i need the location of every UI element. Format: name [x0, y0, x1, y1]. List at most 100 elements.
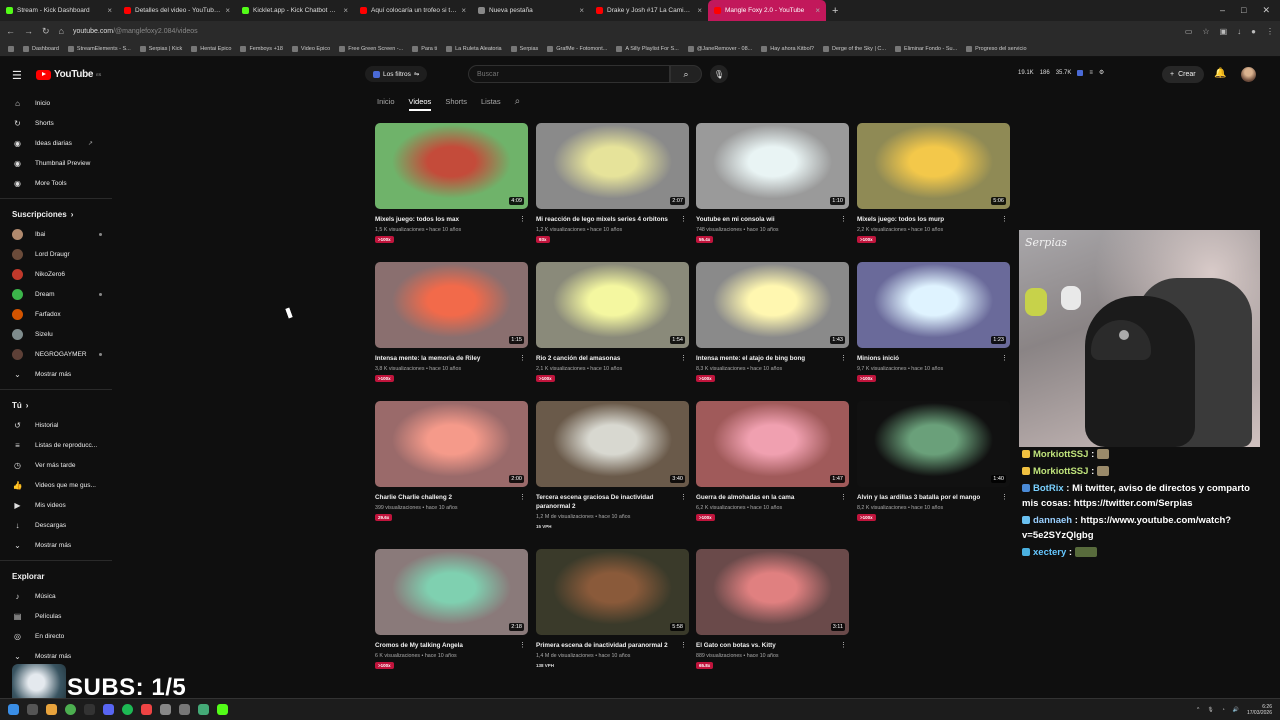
more-options-icon[interactable]: ⋮: [519, 354, 526, 362]
video-thumbnail[interactable]: 1:15: [375, 262, 528, 348]
video-title[interactable]: Minions inició: [857, 354, 997, 363]
bookmark-item[interactable]: Video Epico: [291, 45, 330, 52]
mic-tray-icon[interactable]: 🎙: [1207, 707, 1213, 713]
tab-inicio[interactable]: Inicio: [377, 97, 395, 106]
video-card[interactable]: 3:11 El Gato con botas vs. Kitty ⋮ 889 visu…: [696, 549, 849, 679]
channel-search-icon[interactable]: ⌕: [515, 96, 521, 107]
cast-icon[interactable]: ▭: [1185, 27, 1193, 36]
video-title[interactable]: Intensa mente: el atajo de bing bong: [696, 354, 836, 363]
video-thumbnail[interactable]: 1:40: [857, 401, 1010, 487]
sidebar-item-live[interactable]: ◎ En directo: [0, 626, 116, 646]
tray-chevron-icon[interactable]: ^: [1197, 707, 1199, 713]
close-tab-icon[interactable]: ×: [225, 6, 230, 15]
bookmark-item[interactable]: Para ti: [412, 45, 437, 52]
sidebar-item-tools[interactable]: ◉ More Tools: [0, 173, 116, 193]
video-thumbnail[interactable]: 1:23: [857, 262, 1010, 348]
minimize-icon[interactable]: –: [1220, 5, 1225, 16]
new-tab-icon[interactable]: +: [826, 5, 844, 17]
video-title[interactable]: Cromos de My talking Angela: [375, 641, 515, 650]
sidebar-subscription[interactable]: NEGROGAYMER: [0, 344, 116, 364]
search-button[interactable]: ⌕: [670, 65, 702, 83]
more-options-icon[interactable]: ⋮: [519, 641, 526, 649]
more-options-icon[interactable]: ⋮: [840, 493, 847, 501]
video-title[interactable]: Mi reacción de lego mixels series 4 orbi…: [536, 215, 676, 224]
more-options-icon[interactable]: ⋮: [680, 493, 687, 501]
voice-search-button[interactable]: 🎙: [710, 65, 728, 83]
more-options-icon[interactable]: ⋮: [1001, 493, 1008, 501]
video-title[interactable]: El Gato con botas vs. Kitty: [696, 641, 836, 650]
download-toolbar-icon[interactable]: ↓: [1237, 27, 1241, 36]
video-title[interactable]: Mixels juego: todos los murp: [857, 215, 997, 224]
sidebar-item-history[interactable]: ↺ Historial: [0, 415, 116, 435]
browser-tab[interactable]: Detalles del video - YouTube St ×: [118, 0, 236, 21]
explorer-icon[interactable]: [46, 704, 57, 715]
extension-icon[interactable]: [1077, 69, 1084, 76]
video-title[interactable]: Rio 2 canción del amasonas: [536, 354, 676, 363]
bookmark-item[interactable]: Progreso del servicio: [966, 45, 1027, 52]
video-title[interactable]: Guerra de almohadas en la cama: [696, 493, 836, 502]
browser-tab[interactable]: Drake y Josh #17 La Camisa De ×: [590, 0, 708, 21]
close-tab-icon[interactable]: ×: [107, 6, 112, 15]
sidebar-item-preview[interactable]: ◉ Thumbnail Preview: [0, 153, 116, 173]
video-card[interactable]: 5:58 Primera escena de inactividad parano…: [536, 549, 689, 679]
video-card[interactable]: 1:54 Rio 2 canción del amasonas ⋮ 2,1 K vis…: [536, 262, 689, 392]
sidebar-subscription[interactable]: Farfadox: [0, 304, 116, 324]
tab-videos[interactable]: Videos: [408, 97, 431, 111]
video-card[interactable]: 2:07 Mi reacción de lego mixels series 4 …: [536, 123, 689, 253]
sidebar-item-home[interactable]: ⌂ Inicio: [0, 93, 116, 113]
app-icon[interactable]: [179, 704, 190, 715]
more-options-icon[interactable]: ⋮: [840, 641, 847, 649]
browser-tab[interactable]: Aquí colocaría un trofeo si tuvie ×: [354, 0, 472, 21]
video-card[interactable]: 1:15 Intensa mente: la memoria de Riley ⋮ 3…: [375, 262, 528, 392]
app-icon[interactable]: [160, 704, 171, 715]
browser-tab[interactable]: Nueva pestaña ×: [472, 0, 590, 21]
sidebar-item-bulb[interactable]: ◉ Ideas diarias ↗: [0, 133, 116, 153]
video-thumbnail[interactable]: 5:58: [536, 549, 689, 635]
video-thumbnail[interactable]: 3:40: [536, 401, 689, 487]
list-icon[interactable]: ≡: [1089, 70, 1093, 76]
clock[interactable]: 6:26 17/03/2026: [1247, 704, 1272, 716]
app-icon[interactable]: [141, 704, 152, 715]
sidebar-subscription[interactable]: Dream: [0, 284, 116, 304]
hamburger-menu-icon[interactable]: ☰: [12, 69, 22, 82]
close-tab-icon[interactable]: ×: [343, 6, 348, 15]
video-card[interactable]: 5:06 Mixels juego: todos los murp ⋮ 2,2 K v…: [857, 123, 1010, 253]
extensions-icon[interactable]: ▣: [1220, 27, 1228, 36]
back-icon[interactable]: ←: [6, 26, 15, 36]
url-field[interactable]: youtube.com/@manglefoxy2.084/videos: [73, 28, 1176, 35]
video-card[interactable]: 1:23 Minions inició ⋮ 9,7 K visualizaciones…: [857, 262, 1010, 392]
more-options-icon[interactable]: ⋮: [840, 354, 847, 362]
apps-grid-icon[interactable]: [8, 45, 14, 52]
bookmark-item[interactable]: Serpias | Kick: [139, 45, 182, 52]
browser-tab[interactable]: Kicklet.app - Kick Chatbot and ×: [236, 0, 354, 21]
video-thumbnail[interactable]: 1:43: [696, 262, 849, 348]
more-options-icon[interactable]: ⋮: [680, 215, 687, 223]
video-thumbnail[interactable]: 5:06: [857, 123, 1010, 209]
search-task-icon[interactable]: [27, 704, 38, 715]
bookmark-item[interactable]: A Silly Playlist For S...: [616, 45, 679, 52]
video-title[interactable]: Mixels juego: todos los max: [375, 215, 515, 224]
discord-icon[interactable]: [103, 704, 114, 715]
sidebar-item-my-videos[interactable]: ▶ Mis videos: [0, 495, 116, 515]
video-thumbnail[interactable]: 2:18: [375, 549, 528, 635]
more-options-icon[interactable]: ⋮: [1001, 215, 1008, 223]
video-title[interactable]: Alvin y las ardillas 3 batalla por el ma…: [857, 493, 997, 502]
video-title[interactable]: Intensa mente: la memoria de Riley: [375, 354, 515, 363]
more-options-icon[interactable]: ⋮: [519, 215, 526, 223]
bookmark-item[interactable]: Hentai Epico: [191, 45, 231, 52]
filters-button[interactable]: Los filtros ⇋: [365, 66, 428, 82]
tab-shorts[interactable]: Shorts: [445, 97, 467, 106]
you-heading[interactable]: Tú ›: [0, 395, 116, 415]
app-icon[interactable]: [198, 704, 209, 715]
browser-tab[interactable]: Stream - Kick Dashboard ×: [0, 0, 118, 21]
bookmark-item[interactable]: Derge of the Sky | C...: [822, 45, 886, 52]
video-card[interactable]: 2:18 Cromos de My talking Angela ⋮ 6 K visu…: [375, 549, 528, 679]
sidebar-item-movies[interactable]: ▤ Películas: [0, 606, 116, 626]
volume-icon[interactable]: 🔊: [1233, 707, 1239, 713]
close-tab-icon[interactable]: ×: [579, 6, 584, 15]
video-thumbnail[interactable]: 2:00: [375, 401, 528, 487]
video-title[interactable]: Primera escena de inactividad paranormal…: [536, 641, 676, 650]
video-thumbnail[interactable]: 1:47: [696, 401, 849, 487]
kick-icon[interactable]: [217, 704, 228, 715]
obs-icon[interactable]: [84, 704, 95, 715]
